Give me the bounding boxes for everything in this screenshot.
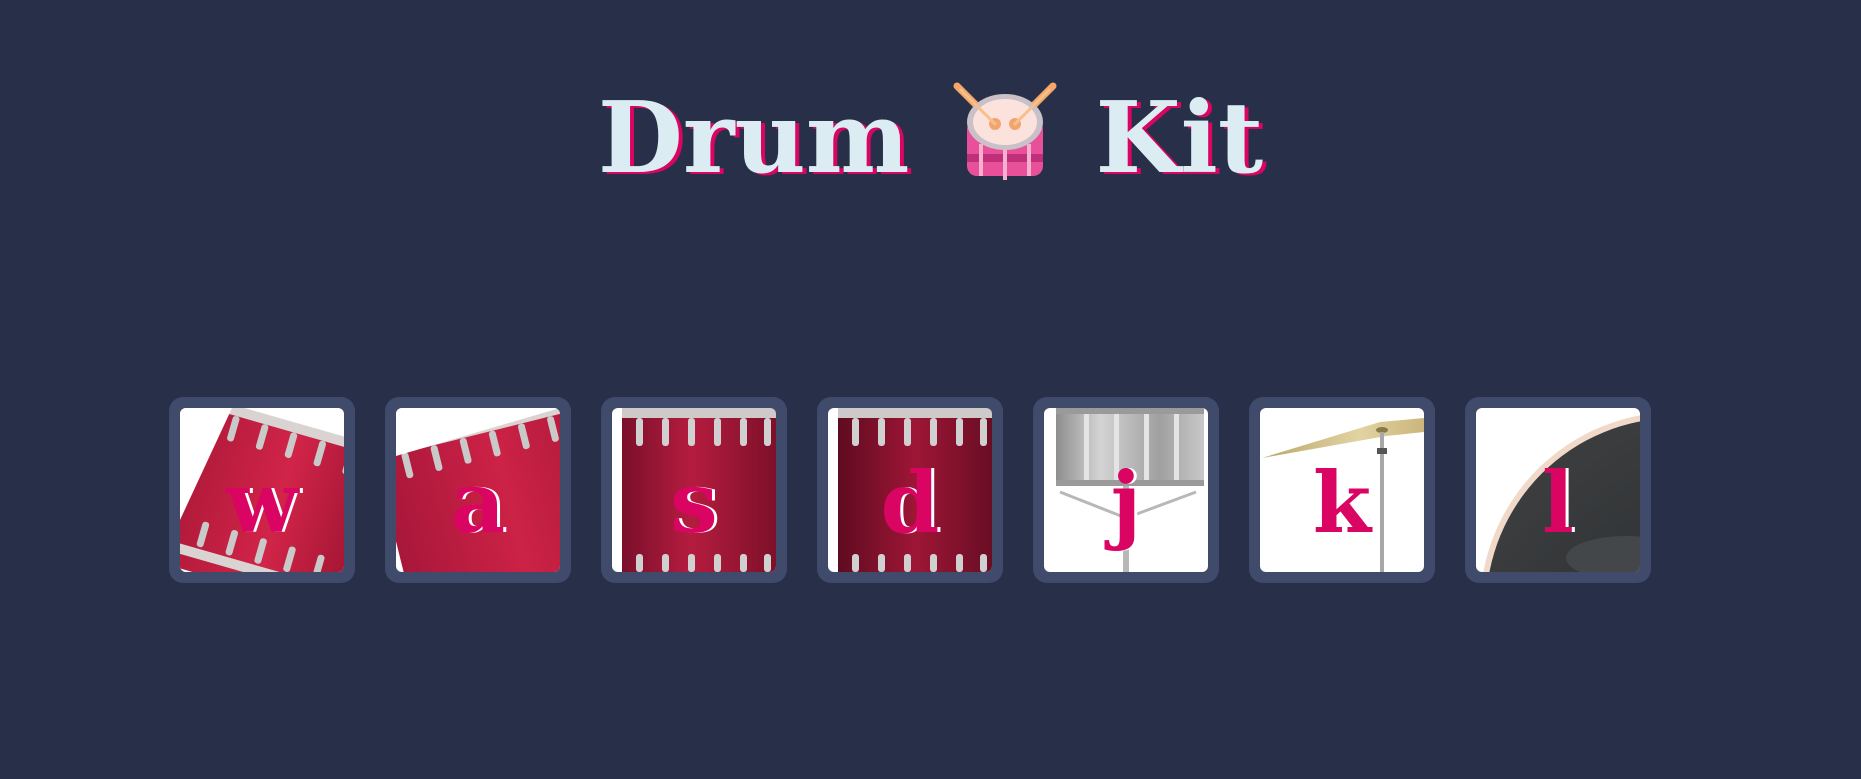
drum-key-j[interactable]: j [1033,397,1219,583]
crash-cymbal-image: k [1260,408,1424,572]
drum-key-letter: j [1110,453,1142,552]
drum-key-letter: a [450,453,506,552]
drum-with-drumsticks-icon [951,80,1059,190]
drum-key-d[interactable]: d [817,397,1003,583]
tom-4-drum-image: d [828,408,992,572]
tom-1-drum-image: w [180,408,344,572]
tom-2-drum-image: a [396,408,560,572]
title-kit-word: Kit [1095,80,1264,196]
tom-3-drum-image: s [612,408,776,572]
page-title: Drum Kit [0,66,1861,204]
snare-drum-image: j [1044,408,1208,572]
drum-key-k[interactable]: k [1249,397,1435,583]
kick-drum-image: l [1476,408,1640,572]
drum-key-w[interactable]: w [169,397,355,583]
title-drum-word: Drum [597,80,910,196]
drum-key-s[interactable]: s [601,397,787,583]
drum-key-letter: l [1542,453,1574,552]
drum-set: w a s d j k l [169,397,1651,583]
drum-key-letter: s [670,453,718,552]
drum-key-letter: k [1312,453,1372,552]
drum-key-letter: d [880,453,940,552]
drum-key-l[interactable]: l [1465,397,1651,583]
drum-key-letter: w [225,453,299,552]
drum-key-a[interactable]: a [385,397,571,583]
